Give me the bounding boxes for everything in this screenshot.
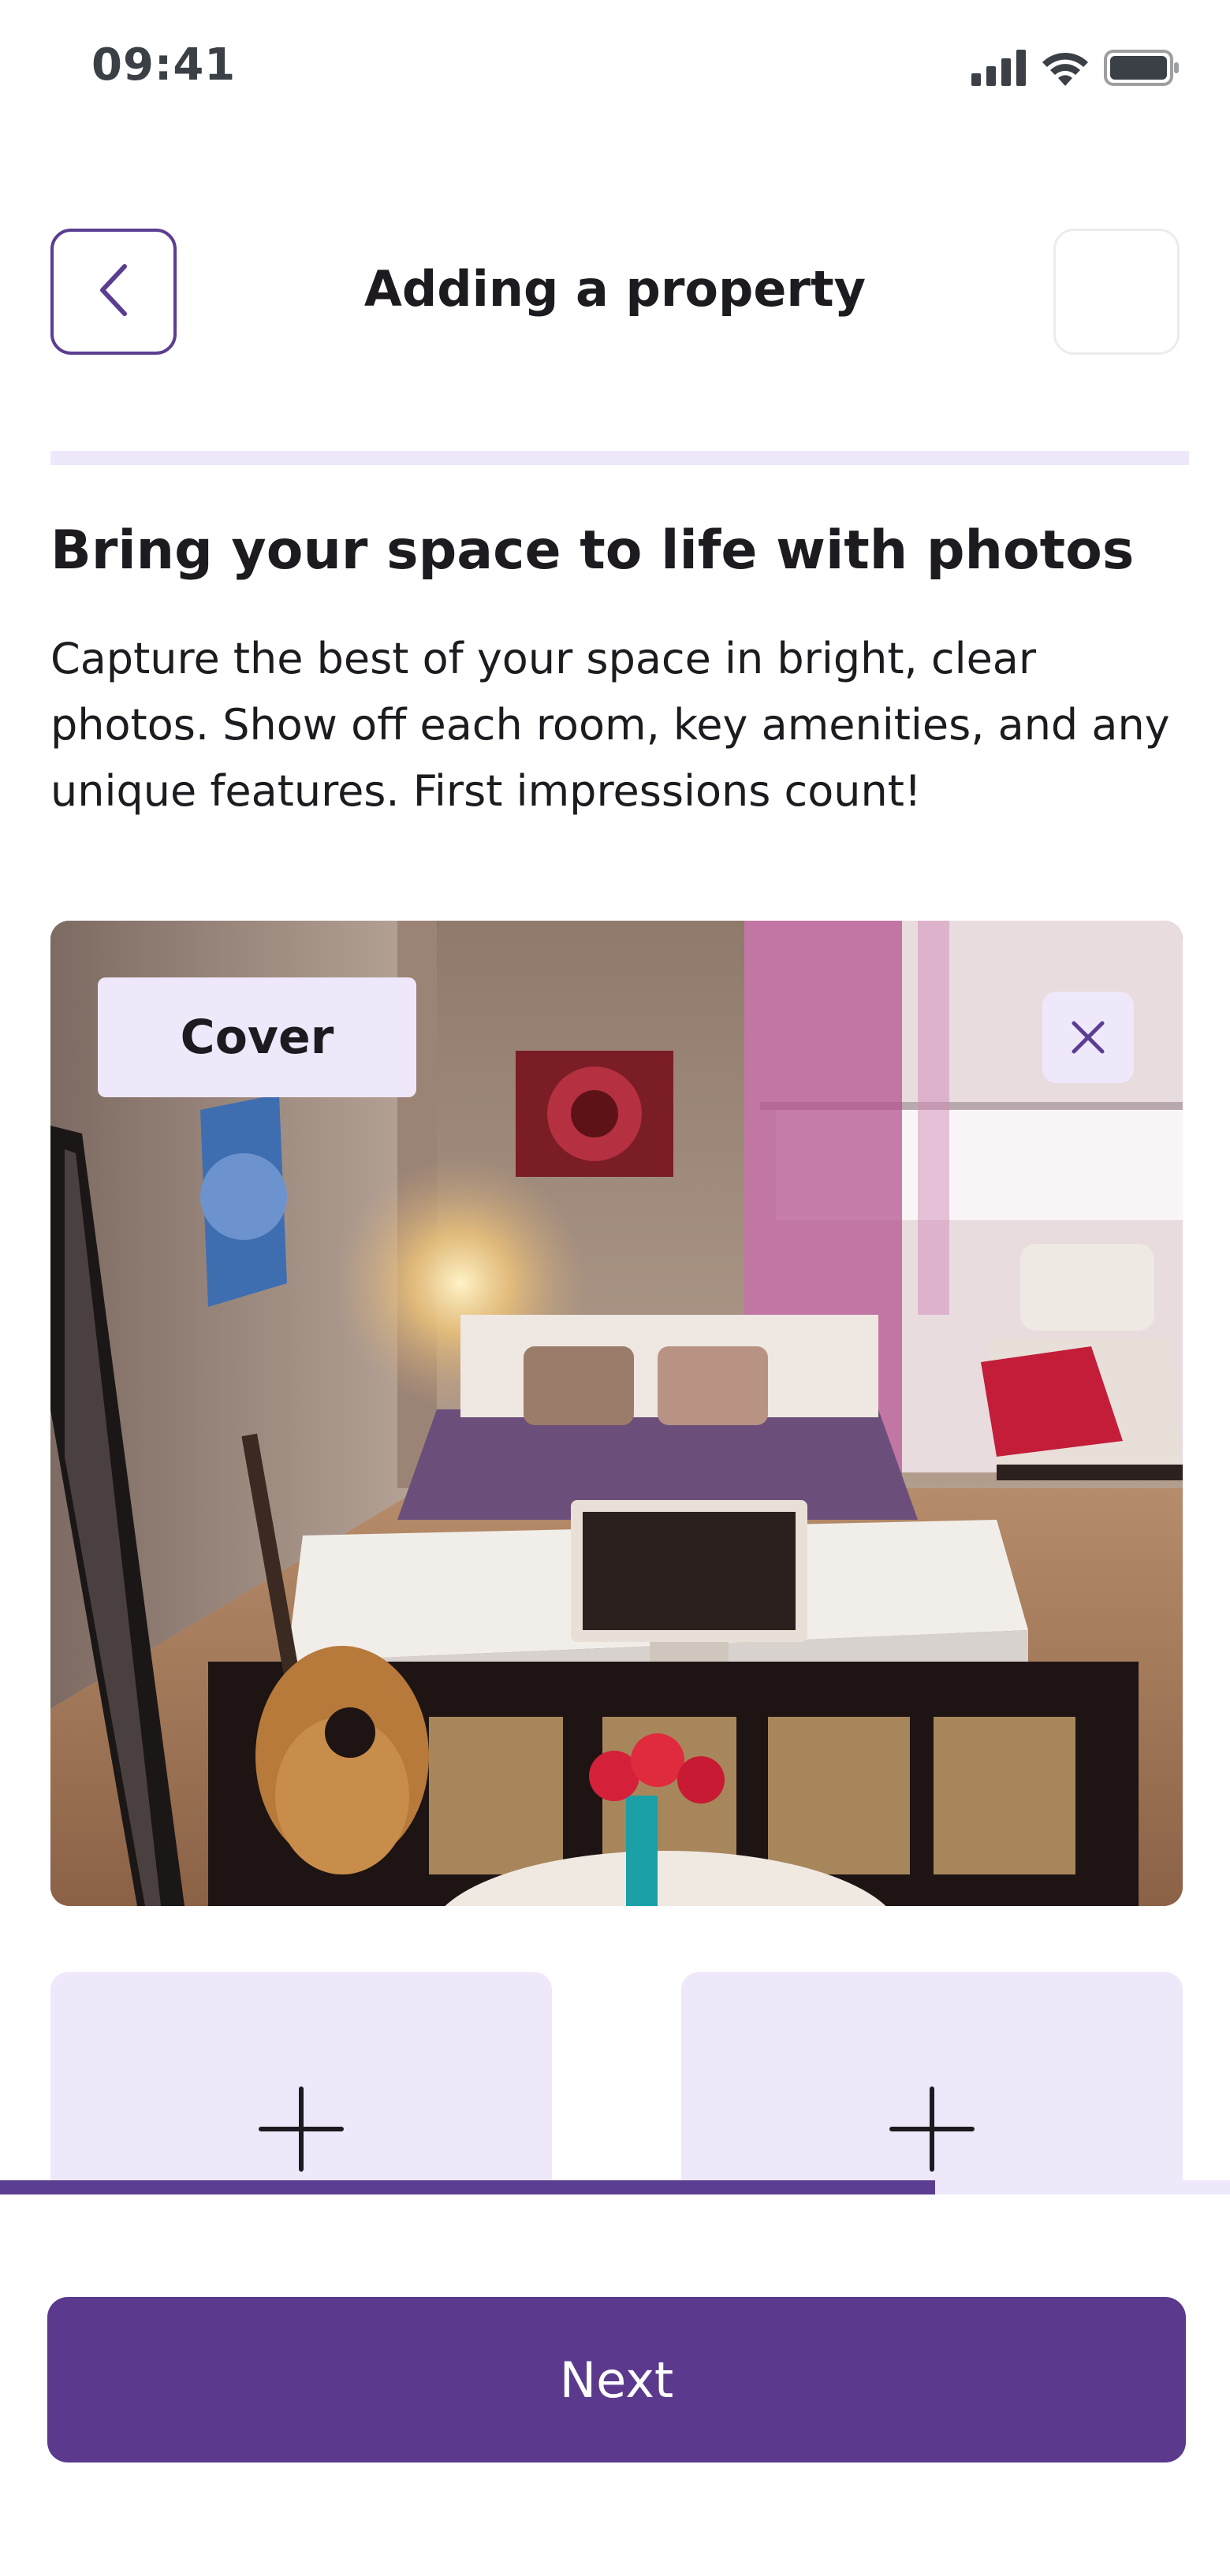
section-description: Capture the best of your space in bright… [50,634,1170,816]
add-photo-slot[interactable] [50,1972,552,2193]
status-bar: 09:41 [0,0,1230,142]
status-time: 09:41 [91,39,237,91]
cover-photo[interactable]: Cover [50,921,1183,1906]
header: Adding a property [0,229,1230,355]
add-photo-slot[interactable] [681,1972,1183,2193]
remove-photo-button[interactable] [1042,992,1134,1083]
plus-icon [258,2086,345,2176]
header-right-button[interactable] [1053,229,1180,355]
step-progress-bar [0,2180,1230,2194]
status-icons [971,49,1180,90]
cover-badge: Cover [98,977,416,1097]
wifi-icon [1041,50,1090,89]
plus-icon [889,2086,975,2176]
section-headline: Bring your space to life with photos [50,519,1135,582]
page-title: Adding a property [363,260,867,318]
close-icon [1069,1018,1107,1056]
cellular-signal-icon [971,50,1027,89]
battery-icon [1104,50,1180,89]
step-progress-fill [0,2180,935,2194]
footer: Next [0,2194,1230,2576]
top-progress-bar [50,451,1189,465]
next-button[interactable]: Next [47,2297,1186,2462]
